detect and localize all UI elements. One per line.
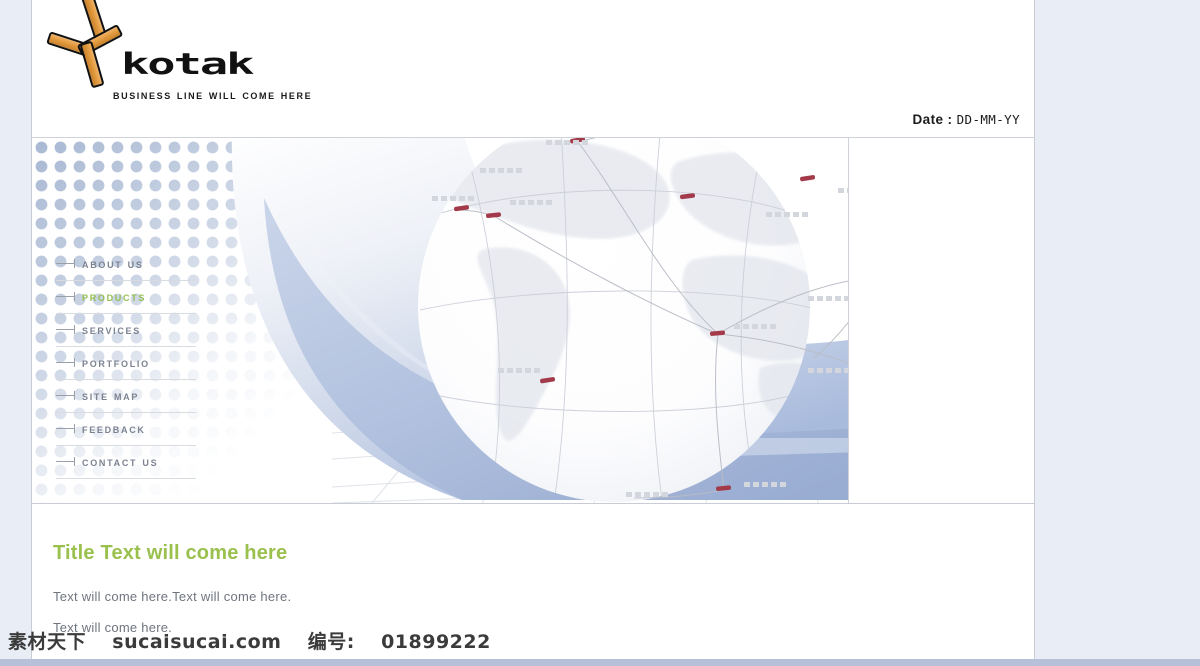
nav-item-portfolio[interactable]: Portfolio (56, 347, 196, 380)
nav-item-contact-us[interactable]: Contact Us (56, 446, 196, 479)
logo-wordmark: kotak (121, 47, 254, 82)
content-section: Title Text will come here Text will come… (32, 504, 1034, 635)
date-value: DD-MM-YY (956, 112, 1020, 127)
nav-item-services[interactable]: Services (56, 314, 196, 347)
date-label: Date : (912, 112, 953, 127)
stock-site-watermark: 素材天下 sucaisucai.com 编号: 01899222 (8, 627, 491, 654)
nav-label: Contact Us (82, 455, 159, 469)
nav-item-site-map[interactable]: Site Map (56, 380, 196, 413)
hero-nav-panel (849, 138, 1034, 503)
hero-banner: About Us Products Services Portfolio (32, 138, 1034, 504)
body-paragraph-1: Text will come here.Text will come here. (53, 589, 292, 604)
watermark-id-value: 01899222 (381, 631, 491, 653)
page-canvas: kotak Business Line will come here Date … (31, 0, 1035, 659)
nav-bullet-icon (56, 358, 82, 368)
nav-bullet-icon (56, 391, 82, 401)
nav-item-products[interactable]: Products (56, 281, 196, 314)
date-display: Date : DD-MM-YY (913, 112, 1020, 127)
nav-label: About Us (82, 257, 144, 271)
nav-bullet-icon (56, 457, 82, 467)
nav-bullet-icon (56, 424, 82, 434)
watermark-site-url: sucaisucai.com (112, 631, 282, 653)
nav-bullet-icon (56, 325, 82, 335)
watermark-site-name: 素材天下 (8, 631, 87, 653)
nav-label: Site Map (82, 389, 140, 403)
bottom-accent-bar (0, 659, 1200, 666)
watermark-id-label: 编号: (307, 631, 355, 653)
nav-label: Products (82, 290, 147, 304)
nav-bullet-icon (56, 292, 82, 302)
logo[interactable]: kotak Business Line will come here (46, 0, 447, 128)
nav-item-about-us[interactable]: About Us (56, 248, 196, 281)
world-globe-graphic (362, 138, 922, 503)
nav-label: Portfolio (82, 356, 150, 370)
nav-bullet-icon (56, 259, 82, 269)
page-title: Title Text will come here (53, 542, 288, 564)
site-header: kotak Business Line will come here Date … (32, 0, 1034, 138)
nav-label: Feedback (82, 422, 146, 436)
hero-divider (848, 138, 849, 503)
main-navigation: About Us Products Services Portfolio (56, 248, 196, 479)
nav-item-feedback[interactable]: Feedback (56, 413, 196, 446)
nav-label: Services (82, 323, 141, 337)
logo-tagline: Business Line will come here (113, 88, 313, 102)
